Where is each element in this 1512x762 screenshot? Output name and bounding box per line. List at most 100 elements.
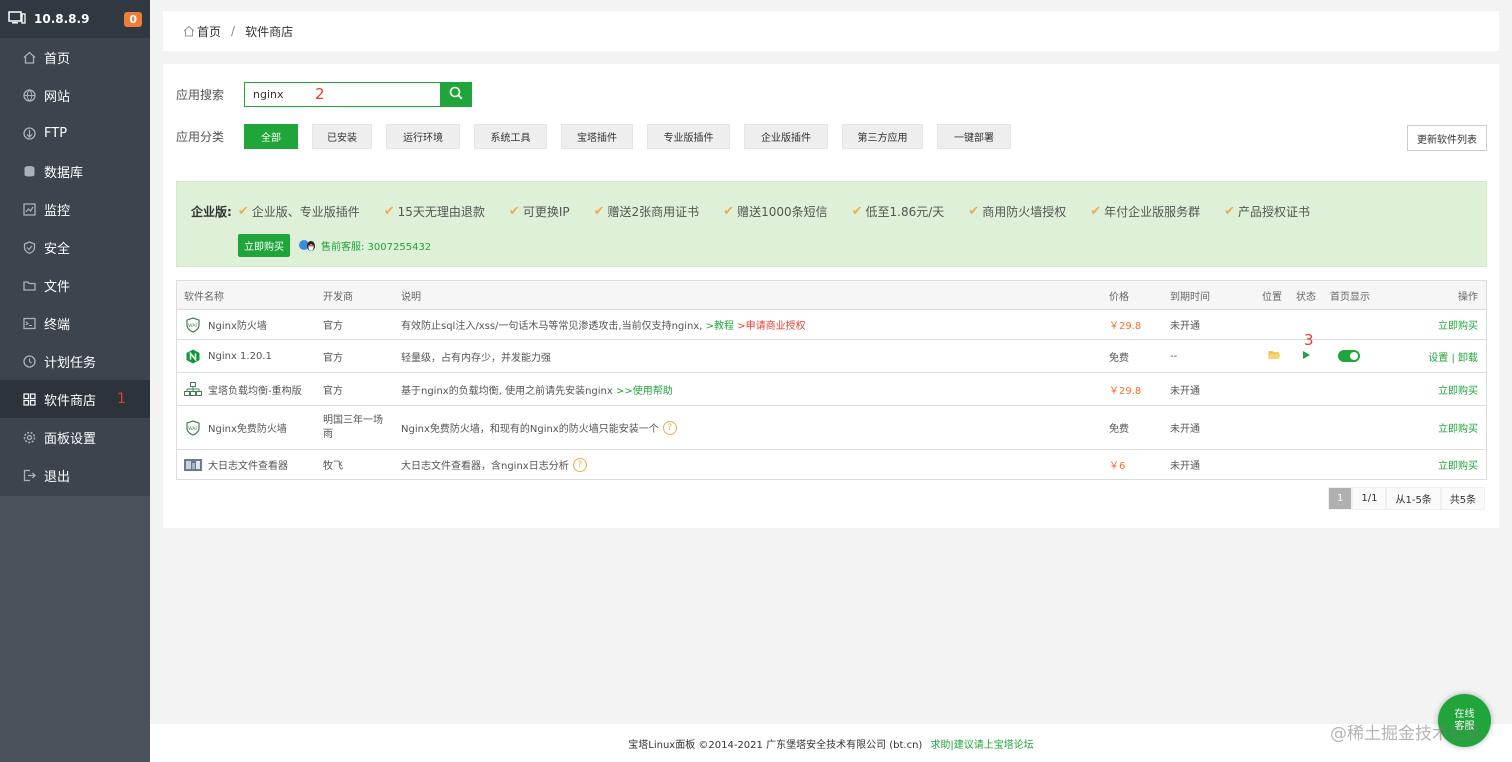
uninstall-link[interactable]: 卸载 bbox=[1458, 353, 1478, 364]
server-header[interactable]: 10.8.8.9 0 bbox=[0, 0, 150, 38]
sidebar-item-label: 面板设置 bbox=[44, 431, 97, 447]
buy-now-link[interactable]: 立即购买 bbox=[1390, 457, 1486, 472]
search-button[interactable] bbox=[440, 82, 473, 107]
sidebar-item-database[interactable]: 数据库 bbox=[0, 152, 150, 190]
breadcrumb-home-link[interactable]: 首页 bbox=[197, 23, 221, 40]
description: 有效防止sql注入/xss/一句话木马等常见渗透攻击,当前仅支持nginx, >… bbox=[401, 321, 806, 332]
software-name[interactable]: 宝塔负载均衡-重构版 bbox=[208, 382, 302, 397]
footer: 宝塔Linux面板 ©2014-2021 广东堡塔安全技术有限公司 (bt.cn… bbox=[150, 724, 1512, 762]
search-input[interactable]: nginx 2 bbox=[244, 82, 441, 107]
software-name[interactable]: 大日志文件查看器 bbox=[208, 457, 288, 472]
category-bt-plugins[interactable]: 宝塔插件 bbox=[561, 124, 634, 149]
help-link[interactable]: >>使用帮助 bbox=[616, 386, 673, 397]
grid-icon bbox=[22, 392, 36, 406]
nginx-icon bbox=[184, 348, 202, 364]
search-label: 应用搜索 bbox=[176, 88, 225, 102]
software-name[interactable]: Nginx免费防火墙 bbox=[208, 420, 287, 435]
footer-copyright: 宝塔Linux面板 ©2014-2021 广东堡塔安全技术有限公司 (bt.cn… bbox=[628, 739, 923, 751]
annotation-marker: 2 bbox=[315, 85, 325, 103]
buy-now-link[interactable]: 立即购买 bbox=[1390, 317, 1486, 332]
category-system-tools[interactable]: 系统工具 bbox=[474, 124, 548, 149]
globe-icon bbox=[22, 88, 36, 102]
breadcrumb: 首页 / 软件商店 bbox=[163, 11, 1499, 51]
apply-license-link[interactable]: >申请商业授权 bbox=[737, 321, 805, 332]
help-question-icon[interactable]: ? bbox=[572, 457, 587, 472]
software-name[interactable]: Nginx 1.20.1 bbox=[208, 351, 272, 362]
enterprise-promo-banner: 企业版: ✔ 企业版、专业版插件 ✔ 15天无理由退款 ✔ 可更换IP ✔ 赠送2张商用… bbox=[176, 181, 1487, 267]
description: 轻量级，占有内存少，并发能力强 bbox=[401, 352, 551, 364]
settings-link[interactable]: 设置 bbox=[1428, 353, 1448, 364]
sidebar-item-label: 监控 bbox=[44, 203, 71, 219]
sidebar: 10.8.8.9 0 首页 网站 FTP 数据库 监控 安全 文件 终端 计划任… bbox=[0, 0, 150, 762]
category-third-party[interactable]: 第三方应用 bbox=[842, 124, 924, 149]
category-enterprise-plugins[interactable]: 企业版插件 bbox=[744, 124, 829, 149]
log-viewer-icon bbox=[184, 457, 202, 473]
expire-date: -- bbox=[1170, 350, 1178, 362]
promo-feature: ✔ 15天无理由退款 bbox=[383, 204, 485, 219]
sidebar-item-monitor[interactable]: 监控 bbox=[0, 190, 150, 228]
search-value: nginx bbox=[253, 88, 284, 101]
clock-icon bbox=[22, 354, 36, 368]
vendor: 牧飞 bbox=[323, 461, 343, 472]
buy-now-button[interactable]: 立即购买 bbox=[238, 234, 290, 257]
category-runtime[interactable]: 运行环境 bbox=[386, 124, 461, 149]
promo-feature: ✔ 产品授权证书 bbox=[1224, 204, 1311, 219]
checkmark-icon: ✔ bbox=[383, 204, 395, 219]
search-row: 应用搜索 nginx 2 bbox=[176, 82, 473, 107]
software-name[interactable]: Nginx防火墙 bbox=[208, 317, 267, 332]
category-pro-plugins[interactable]: 专业版插件 bbox=[647, 124, 731, 149]
buy-now-link[interactable]: 立即购买 bbox=[1390, 420, 1486, 435]
column-header: 说明 bbox=[401, 291, 421, 303]
sidebar-item-label: 终端 bbox=[44, 317, 71, 333]
sidebar-item-security[interactable]: 安全 bbox=[0, 228, 150, 266]
category-label: 应用分类 bbox=[176, 130, 225, 144]
sidebar-item-cron[interactable]: 计划任务 bbox=[0, 342, 150, 380]
presales-contact[interactable]: 售前客服: 3007255432 bbox=[298, 238, 431, 253]
description: Nginx免费防火墙，和现有的Nginx的防火墙只能安装一个? bbox=[393, 420, 1101, 435]
ftp-icon bbox=[22, 126, 36, 140]
sidebar-item-settings[interactable]: 面板设置 bbox=[0, 418, 150, 456]
sidebar-item-logout[interactable]: 退出 bbox=[0, 456, 150, 494]
search-icon bbox=[449, 86, 463, 103]
promo-feature: ✔ 低至1.86元/天 bbox=[851, 204, 945, 219]
sidebar-item-label: 网站 bbox=[44, 89, 71, 105]
sidebar-item-home[interactable]: 首页 bbox=[0, 38, 150, 76]
category-one-click-deploy[interactable]: 一键部署 bbox=[937, 124, 1012, 149]
vendor: 官方 bbox=[323, 385, 343, 397]
homepage-display-toggle[interactable] bbox=[1338, 350, 1360, 362]
column-header: 状态 bbox=[1296, 291, 1316, 303]
open-folder-icon[interactable] bbox=[1268, 349, 1281, 360]
sidebar-item-website[interactable]: 网站 bbox=[0, 76, 150, 114]
sidebar-item-ftp[interactable]: FTP bbox=[0, 114, 150, 152]
sidebar-item-files[interactable]: 文件 bbox=[0, 266, 150, 304]
column-header: 价格 bbox=[1109, 291, 1129, 303]
play-icon[interactable] bbox=[1302, 350, 1311, 360]
page-current[interactable]: 1 bbox=[1328, 487, 1353, 510]
sidebar-item-store[interactable]: 软件商店 1 bbox=[0, 380, 150, 418]
category-installed[interactable]: 已安装 bbox=[312, 124, 373, 149]
sidebar-item-terminal[interactable]: 终端 bbox=[0, 304, 150, 342]
table-row: Nginx 1.20.1 官方 轻量级，占有内存少，并发能力强 免费 -- 3 … bbox=[177, 331, 1486, 373]
presales-contact-text: 售前客服: 3007255432 bbox=[321, 242, 432, 253]
breadcrumb-separator: / bbox=[231, 24, 236, 38]
watermark: @稀土掘金技术社区 bbox=[1330, 724, 1483, 744]
checkmark-icon: ✔ bbox=[968, 204, 980, 219]
promo-title: 企业版: bbox=[191, 205, 232, 219]
promo-feature: ✔ 赠送1000条短信 bbox=[723, 204, 828, 219]
tutorial-link[interactable]: >教程 bbox=[706, 321, 734, 332]
refresh-software-list-button[interactable]: 更新软件列表 bbox=[1407, 125, 1487, 151]
price: 免费 bbox=[1109, 352, 1129, 364]
help-question-icon[interactable]: ? bbox=[662, 420, 677, 435]
annotation-marker: 3 bbox=[1304, 330, 1314, 349]
svg-text:WAF: WAF bbox=[188, 323, 198, 329]
buy-now-link[interactable]: 立即购买 bbox=[1390, 382, 1486, 397]
page-count: 1/1 bbox=[1352, 487, 1387, 510]
promo-feature: ✔ 年付企业版服务群 bbox=[1090, 204, 1201, 219]
description: 大日志文件查看器，含nginx日志分析? bbox=[393, 457, 1101, 472]
price: 免费 bbox=[1109, 424, 1129, 435]
category-all[interactable]: 全部 bbox=[244, 124, 299, 149]
table-row: 宝塔负载均衡-重构版 官方 基于nginx的负载均衡, 使用之前请先安装ngin… bbox=[177, 373, 1486, 406]
home-icon bbox=[183, 25, 195, 37]
notification-badge[interactable]: 0 bbox=[124, 11, 142, 27]
forum-link[interactable]: 求助|建议请上宝塔论坛 bbox=[930, 736, 1033, 751]
